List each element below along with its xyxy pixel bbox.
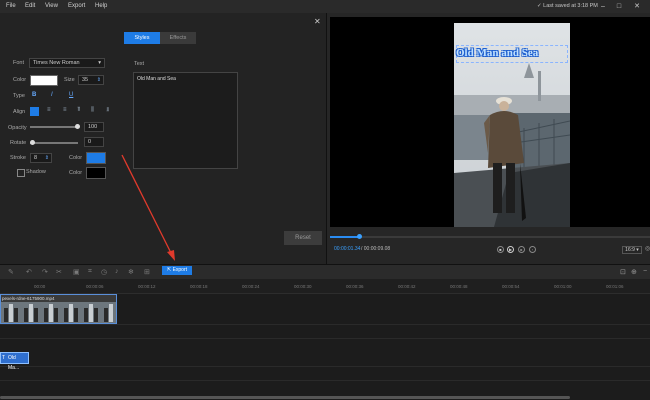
arrow-line bbox=[121, 154, 172, 254]
arrow-head bbox=[167, 250, 175, 261]
annotation-arrow bbox=[121, 154, 175, 261]
